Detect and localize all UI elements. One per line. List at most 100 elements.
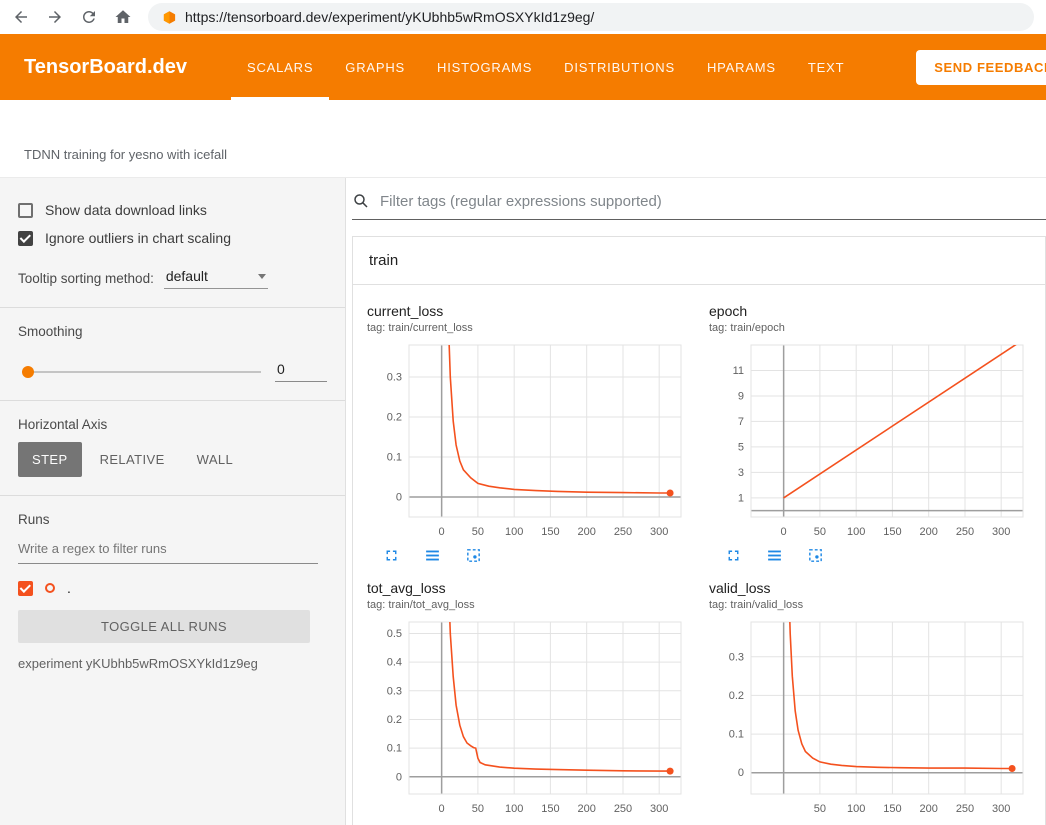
svg-text:250: 250 [956, 803, 974, 815]
experiment-id: experiment yKUbhb5wRmOSXYkId1z9eg [0, 643, 345, 671]
svg-text:100: 100 [847, 803, 865, 815]
url-text: https://tensorboard.dev/experiment/yKUbh… [185, 9, 594, 25]
svg-text:7: 7 [738, 416, 744, 428]
svg-text:300: 300 [650, 526, 668, 538]
svg-text:0.5: 0.5 [387, 628, 402, 640]
train-group-header[interactable]: train [353, 237, 1045, 285]
tooltip-sorting-row: Tooltip sorting method: default [0, 252, 345, 289]
svg-text:50: 50 [472, 803, 484, 815]
wall-button[interactable]: WALL [183, 442, 248, 477]
svg-text:50: 50 [814, 526, 826, 538]
reload-icon[interactable] [80, 8, 98, 26]
smoothing-value-input[interactable]: 0 [275, 361, 327, 382]
fit-domain-button[interactable] [465, 547, 482, 564]
relative-button[interactable]: RELATIVE [86, 442, 179, 477]
toggle-all-runs-button[interactable]: TOGGLE ALL RUNS [18, 610, 310, 643]
run-checkbox[interactable] [18, 581, 33, 596]
chart-tag: tag: train/current_loss [361, 319, 695, 334]
send-feedback-button[interactable]: SEND FEEDBACK [916, 50, 1046, 85]
nav-tabs: SCALARS GRAPHS HISTOGRAMS DISTRIBUTIONS … [231, 34, 860, 100]
chart-tag: tag: train/epoch [703, 319, 1037, 334]
svg-text:150: 150 [541, 803, 559, 815]
fullscreen-icon [725, 547, 742, 564]
svg-text:50: 50 [472, 526, 484, 538]
tab-histograms[interactable]: HISTOGRAMS [421, 34, 548, 100]
tab-distributions[interactable]: DISTRIBUTIONS [548, 34, 691, 100]
lines-icon [424, 547, 441, 564]
log-scale-button[interactable] [424, 547, 441, 564]
ignore-outliers-label: Ignore outliers in chart scaling [45, 230, 231, 246]
experiment-description-bar: TDNN training for yesno with icefall [0, 100, 1046, 178]
runs-filter-input[interactable] [18, 537, 318, 564]
line-chart-tot-avg-loss[interactable]: 00.10.20.30.40.5050100150200250300 [361, 617, 691, 819]
svg-text:0.3: 0.3 [387, 685, 402, 697]
fit-to-data-icon [465, 547, 482, 564]
svg-text:100: 100 [847, 526, 865, 538]
smoothing-row: 0 [0, 339, 345, 382]
runs-label: Runs [0, 496, 345, 527]
expand-chart-button[interactable] [383, 547, 400, 564]
back-icon[interactable] [12, 8, 30, 26]
tab-graphs[interactable]: GRAPHS [329, 34, 421, 100]
svg-text:0.2: 0.2 [387, 714, 402, 726]
svg-text:250: 250 [614, 526, 632, 538]
line-chart-valid-loss[interactable]: 00.10.20.350100150200250300 [703, 617, 1033, 819]
chevron-down-icon [258, 274, 266, 279]
tooltip-sorting-dropdown[interactable]: default [164, 268, 268, 289]
chart-card-tot-avg-loss: tot_avg_loss tag: train/tot_avg_loss 00.… [361, 580, 695, 825]
experiment-description: TDNN training for yesno with icefall [24, 147, 227, 162]
svg-text:0.3: 0.3 [729, 651, 744, 663]
chart-tag: tag: train/tot_avg_loss [361, 596, 695, 611]
chart-toolbar [361, 542, 695, 568]
chart-tag: tag: train/valid_loss [703, 596, 1037, 611]
svg-text:0.1: 0.1 [729, 729, 744, 741]
fit-domain-button[interactable] [807, 547, 824, 564]
svg-text:300: 300 [992, 803, 1010, 815]
svg-text:200: 200 [920, 803, 938, 815]
svg-text:150: 150 [883, 803, 901, 815]
content: Show data download links Ignore outliers… [0, 178, 1046, 825]
svg-text:9: 9 [738, 391, 744, 403]
chart-card-epoch: epoch tag: train/epoch 13579110501001502… [703, 303, 1037, 568]
chart-toolbar [361, 819, 695, 825]
tab-scalars[interactable]: SCALARS [231, 34, 329, 100]
svg-text:300: 300 [992, 526, 1010, 538]
home-icon[interactable] [114, 8, 132, 26]
slider-thumb[interactable] [22, 366, 34, 378]
address-bar[interactable]: https://tensorboard.dev/experiment/yKUbh… [148, 3, 1034, 31]
svg-text:100: 100 [505, 526, 523, 538]
chart-toolbar [703, 542, 1037, 568]
forward-icon[interactable] [46, 8, 64, 26]
svg-text:150: 150 [541, 526, 559, 538]
app-title[interactable]: TensorBoard.dev [24, 34, 187, 100]
svg-text:0: 0 [396, 492, 402, 504]
step-button[interactable]: STEP [18, 442, 82, 477]
log-scale-button[interactable] [766, 547, 783, 564]
svg-text:100: 100 [505, 803, 523, 815]
chart-title: tot_avg_loss [361, 580, 695, 596]
main-panel: train current_loss tag: train/current_lo… [346, 178, 1046, 825]
ignore-outliers-checkbox[interactable] [18, 231, 33, 246]
horizontal-axis-buttons: STEP RELATIVE WALL [0, 432, 345, 477]
tab-text[interactable]: TEXT [792, 34, 860, 100]
svg-text:250: 250 [614, 803, 632, 815]
line-chart-epoch[interactable]: 1357911050100150200250300 [703, 340, 1033, 542]
tensorboard-favicon [162, 10, 177, 25]
svg-text:300: 300 [650, 803, 668, 815]
show-downloads-label: Show data download links [45, 202, 207, 218]
tag-filter-input[interactable] [380, 193, 1046, 210]
browser-toolbar: https://tensorboard.dev/experiment/yKUbh… [0, 0, 1046, 34]
svg-text:0.1: 0.1 [387, 743, 402, 755]
svg-text:250: 250 [956, 526, 974, 538]
show-downloads-checkbox[interactable] [18, 203, 33, 218]
chart-title: valid_loss [703, 580, 1037, 596]
app-header: TensorBoard.dev SCALARS GRAPHS HISTOGRAM… [0, 34, 1046, 100]
tab-hparams[interactable]: HPARAMS [691, 34, 792, 100]
svg-text:3: 3 [738, 467, 744, 479]
svg-text:150: 150 [883, 526, 901, 538]
smoothing-slider[interactable] [24, 371, 261, 373]
expand-chart-button[interactable] [725, 547, 742, 564]
screen: https://tensorboard.dev/experiment/yKUbh… [0, 0, 1046, 825]
line-chart-current-loss[interactable]: 00.10.20.3050100150200250300 [361, 340, 691, 542]
chart-toolbar [703, 819, 1037, 825]
